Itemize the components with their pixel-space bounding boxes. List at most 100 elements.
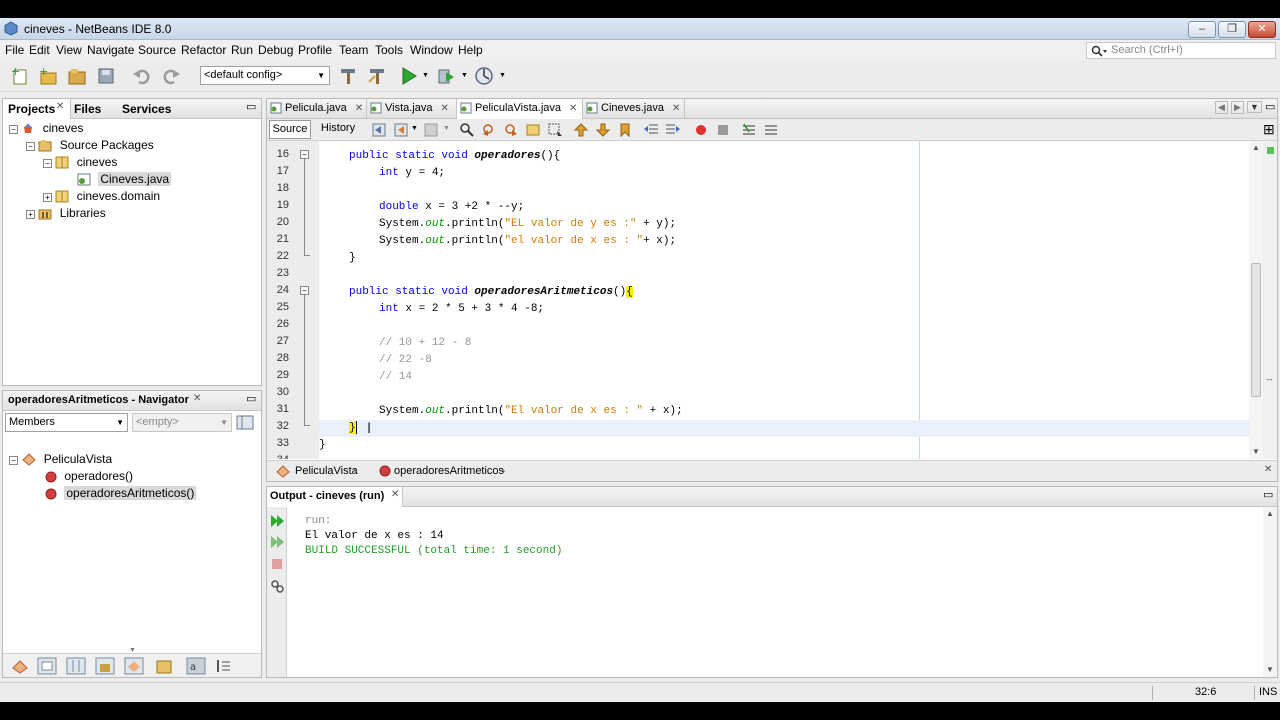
close-icon[interactable]: ✕	[193, 393, 201, 404]
back-icon[interactable]	[393, 122, 409, 138]
maximize-editor-icon[interactable]: ▭	[1265, 100, 1275, 113]
start-macro-icon[interactable]	[693, 122, 709, 138]
toggle-bookmark-icon[interactable]	[617, 122, 633, 138]
nav-root-peliculavista[interactable]: − PeliculaVista	[9, 452, 112, 466]
toggle-highlight-icon[interactable]	[525, 122, 541, 138]
tab-pelicula-java[interactable]: Pelicula.java ✕	[267, 99, 367, 118]
show-inner-classes-icon[interactable]	[124, 657, 144, 675]
fold-toggle-icon[interactable]: −	[300, 286, 309, 295]
menu-edit[interactable]: Edit	[29, 43, 50, 57]
navigator-options-icon[interactable]	[236, 414, 254, 431]
tab-vista-java[interactable]: Vista.java ✕	[367, 99, 457, 118]
scroll-up-icon[interactable]: ▲	[1266, 509, 1274, 518]
last-edit-icon[interactable]	[371, 122, 387, 138]
tree-item-cineves-domain[interactable]: + cineves.domain	[43, 189, 160, 203]
show-fields-icon[interactable]	[37, 657, 57, 675]
code-area[interactable]: public static void operadores(){ int y =…	[319, 141, 1249, 459]
tree-item-source-packages[interactable]: − Source Packages	[26, 138, 154, 152]
fqn-icon[interactable]	[155, 657, 173, 675]
tab-peliculavista-java[interactable]: PeliculaVista.java ✕	[457, 99, 583, 119]
search-box[interactable]: Search (Ctrl+I)	[1086, 42, 1276, 59]
forward-icon[interactable]	[423, 122, 439, 138]
clean-build-icon[interactable]	[367, 66, 387, 86]
scroll-tabs-right-icon[interactable]: ▶	[1231, 101, 1244, 114]
menu-window[interactable]: Window	[410, 43, 453, 57]
tab-services[interactable]: Services	[122, 102, 171, 116]
minimize-panel-icon[interactable]: ▭	[246, 392, 256, 405]
members-select[interactable]: Members ▼	[5, 413, 128, 432]
menu-navigate[interactable]: Navigate	[87, 43, 134, 57]
fold-toggle-icon[interactable]: −	[300, 150, 309, 159]
scrollbar-thumb[interactable]	[1251, 263, 1261, 397]
close-button[interactable]: ✕	[1248, 21, 1276, 38]
redo-icon[interactable]	[161, 66, 181, 86]
output-scrollbar[interactable]: ▲ ▼	[1263, 507, 1277, 677]
close-icon[interactable]: ✕	[391, 489, 399, 500]
sort-by-name-icon[interactable]: a	[186, 657, 206, 675]
maximize-button[interactable]: ❐	[1218, 21, 1246, 38]
menu-profile[interactable]: Profile	[298, 43, 332, 57]
scroll-tabs-left-icon[interactable]: ◀	[1215, 101, 1228, 114]
source-button[interactable]: Source	[269, 120, 311, 139]
filter-select[interactable]: <empty> ▼	[132, 413, 232, 432]
menu-source[interactable]: Source	[138, 43, 176, 57]
scroll-up-icon[interactable]: ▲	[1252, 143, 1260, 152]
tree-item-cineves-project[interactable]: − cineves	[9, 121, 83, 135]
find-previous-icon[interactable]	[481, 122, 497, 138]
scroll-down-icon[interactable]: ▼	[1266, 665, 1274, 674]
breadcrumb-class[interactable]: PeliculaVista	[295, 465, 358, 477]
debug-icon[interactable]	[436, 66, 456, 86]
nav-item-operadores[interactable]: operadores()	[45, 469, 133, 483]
previous-bookmark-icon[interactable]	[573, 122, 589, 138]
open-project-icon[interactable]	[67, 66, 87, 86]
close-icon[interactable]: ✕	[1264, 464, 1272, 475]
close-icon[interactable]: ✕	[672, 103, 680, 114]
menu-refactor[interactable]: Refactor	[181, 43, 226, 57]
close-icon[interactable]: ✕	[569, 103, 577, 114]
undo-icon[interactable]	[132, 66, 152, 86]
tree-item-libraries[interactable]: + Libraries	[26, 206, 106, 220]
tab-projects[interactable]: Projects ✕	[3, 99, 71, 119]
menu-team[interactable]: Team	[339, 43, 368, 57]
editor-scrollbar[interactable]: ▲ ▼	[1249, 141, 1263, 459]
tree-item-cineves-package[interactable]: − cineves	[43, 155, 117, 169]
tab-list-icon[interactable]: ▼	[1247, 101, 1262, 113]
tab-output[interactable]: Output - cineves (run) ✕	[267, 487, 403, 507]
minimize-panel-icon[interactable]: ▭	[246, 100, 256, 113]
close-icon[interactable]: ✕	[56, 101, 64, 112]
menu-tools[interactable]: Tools	[375, 43, 403, 57]
show-inherited-icon[interactable]	[11, 658, 29, 674]
tab-cineves-java[interactable]: Cineves.java ✕	[583, 99, 685, 118]
save-all-icon[interactable]	[96, 66, 116, 86]
find-next-icon[interactable]	[503, 122, 519, 138]
build-hammer-icon[interactable]	[338, 66, 358, 86]
menu-file[interactable]: File	[5, 43, 24, 57]
show-static-icon[interactable]	[66, 657, 86, 675]
debug-dropdown-icon[interactable]: ▼	[461, 72, 468, 79]
find-icon[interactable]	[459, 122, 475, 138]
uncomment-icon[interactable]	[763, 122, 779, 138]
new-project-icon[interactable]: +	[38, 66, 58, 86]
tab-files[interactable]: Files	[74, 102, 101, 116]
next-bookmark-icon[interactable]	[595, 122, 611, 138]
output-settings-icon[interactable]	[269, 578, 285, 594]
run-icon[interactable]	[399, 66, 419, 86]
shift-right-icon[interactable]	[665, 122, 681, 138]
close-icon[interactable]: ✕	[355, 103, 363, 114]
history-button[interactable]: History	[313, 120, 363, 139]
show-nonpublic-icon[interactable]	[95, 657, 115, 675]
comment-icon[interactable]	[741, 122, 757, 138]
nav-item-operadoresaritmeticos[interactable]: operadoresAritmeticos()	[45, 486, 197, 500]
minimize-button[interactable]: –	[1188, 21, 1216, 38]
stop-macro-icon[interactable]	[715, 122, 731, 138]
rerun-with-args-icon[interactable]	[269, 534, 285, 550]
chevron-down-icon[interactable]: ▼	[443, 125, 450, 132]
breadcrumb-method[interactable]: operadoresAritmeticos	[394, 465, 504, 477]
profile-icon[interactable]	[474, 66, 494, 86]
rerun-icon[interactable]	[269, 513, 285, 529]
menu-debug[interactable]: Debug	[258, 43, 293, 57]
run-dropdown-icon[interactable]: ▼	[422, 72, 429, 79]
new-file-icon[interactable]: +	[10, 66, 30, 86]
sort-by-source-icon[interactable]	[215, 657, 233, 675]
scroll-down-icon[interactable]: ▼	[1252, 447, 1260, 456]
